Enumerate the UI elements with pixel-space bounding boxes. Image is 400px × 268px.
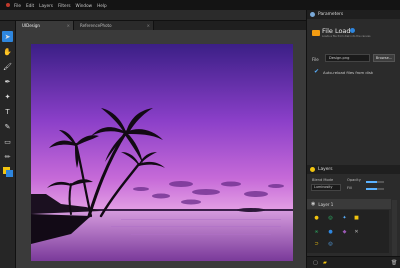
link-icon[interactable]: ∞: [313, 228, 320, 235]
folder-icon: [312, 30, 320, 36]
text-icon[interactable]: T: [2, 106, 13, 117]
close-icon[interactable]: ×: [67, 23, 70, 28]
folder-icon[interactable]: ▰: [323, 260, 327, 266]
opacity-label: Opacity: [347, 178, 361, 182]
tab-label: ReferencePhoto: [80, 23, 112, 28]
pen-icon[interactable]: ✒: [2, 76, 13, 87]
info-icon[interactable]: [350, 28, 355, 33]
effect-icon[interactable]: ✕: [353, 228, 360, 235]
fill-slider[interactable]: [366, 188, 384, 190]
plugin-title: File Load: [322, 27, 351, 35]
checkmark-icon[interactable]: ✔: [314, 68, 319, 75]
parameters-header: Parameters: [307, 10, 400, 19]
toolbox: ➤ ✋ 🖌 ✒ ✦ T ✎ ▭ ✏: [0, 21, 16, 268]
layer-row[interactable]: ◉ Layer 1: [307, 199, 391, 209]
menu-help[interactable]: Help: [97, 3, 107, 8]
plugin-description: Loads a file from disk into the canvas: [322, 35, 371, 38]
parameters-title: Parameters: [318, 12, 344, 17]
effect-icon[interactable]: ⊃: [313, 240, 320, 247]
layer-name: Layer 1: [318, 201, 334, 207]
menu-window[interactable]: Window: [76, 3, 93, 8]
menu-edit[interactable]: Edit: [26, 3, 34, 8]
effects-grid: ● ◎ ✦ ■ ∞ ● ◆ ✕ ⊃ ◎: [307, 210, 389, 253]
magic-wand-icon[interactable]: ✦: [2, 91, 13, 102]
pointer-icon[interactable]: ➤: [2, 31, 13, 42]
app-logo-icon: [6, 3, 10, 7]
tab-referencephoto[interactable]: ReferencePhoto ×: [74, 21, 154, 30]
trash-icon[interactable]: 🗑: [391, 260, 397, 266]
menu-filters[interactable]: Filters: [58, 3, 71, 8]
tab-label: UIDesign: [22, 23, 40, 28]
layers-scrollbar[interactable]: [392, 200, 397, 256]
brush-icon[interactable]: 🖌: [2, 61, 13, 72]
bulb-icon[interactable]: ●: [313, 214, 320, 221]
effect-icon[interactable]: ◎: [327, 214, 334, 221]
menu-layers[interactable]: Layers: [39, 3, 53, 8]
close-icon[interactable]: ×: [147, 23, 150, 28]
document-tabs: UIDesign × ReferencePhoto ×: [16, 21, 306, 30]
layers-icon: [310, 167, 315, 172]
effect-icon[interactable]: ■: [353, 214, 360, 221]
autoreload-label: Auto-reload files from disk: [323, 70, 374, 75]
tab-uidesign[interactable]: UIDesign ×: [16, 21, 74, 30]
color-swatch-icon[interactable]: [2, 166, 13, 177]
dropper-icon[interactable]: ✎: [2, 121, 13, 132]
effect-icon[interactable]: ✦: [341, 214, 348, 221]
fill-label: Fill: [347, 186, 352, 190]
parameters-icon: [310, 12, 315, 17]
browse-button[interactable]: Browse...: [373, 54, 395, 62]
pencil-icon[interactable]: ✏: [2, 151, 13, 162]
layers-footer: ▢ ▰ 🗑: [307, 256, 400, 268]
document-area: UIDesign × ReferencePhoto ×: [16, 21, 306, 268]
options-bar: [0, 10, 306, 21]
eraser-icon[interactable]: ▭: [2, 136, 13, 147]
opacity-slider[interactable]: [366, 181, 384, 183]
blend-mode-select[interactable]: Luminosity: [311, 184, 341, 191]
new-layer-icon[interactable]: ▢: [313, 260, 318, 266]
menu-file[interactable]: File: [14, 3, 21, 8]
effect-icon[interactable]: ●: [327, 228, 334, 235]
file-path-input[interactable]: Design.png: [325, 54, 370, 62]
eye-icon[interactable]: ◉: [311, 201, 315, 207]
effect-icon[interactable]: ◆: [341, 228, 348, 235]
canvas-photo[interactable]: [31, 44, 293, 261]
blend-mode-label: Blend Mode: [312, 178, 334, 182]
layers-header: Layers: [307, 165, 400, 174]
effect-icon[interactable]: ◎: [327, 240, 334, 247]
layers-title: Layers: [318, 167, 333, 172]
hand-icon[interactable]: ✋: [2, 46, 13, 57]
menu-bar: File Edit Layers Filters Window Help: [0, 0, 400, 10]
file-label: File: [312, 57, 319, 62]
